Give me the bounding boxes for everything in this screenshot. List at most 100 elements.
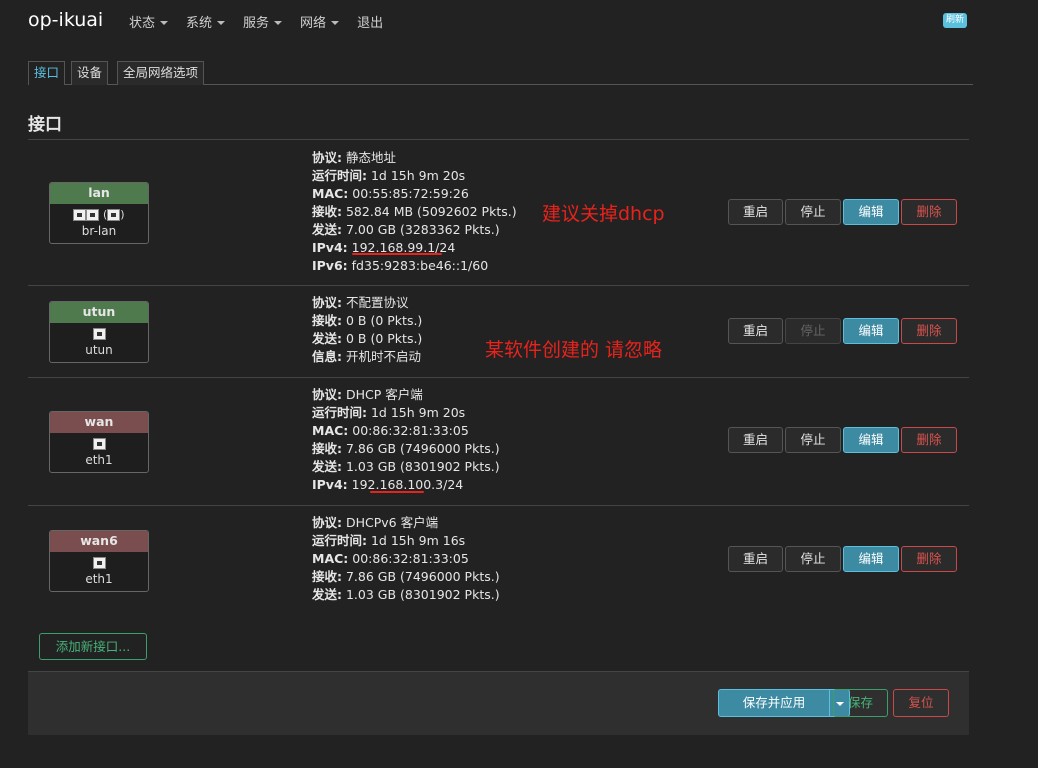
restart-button[interactable]: 重启 xyxy=(728,427,783,453)
chevron-down-icon xyxy=(160,20,169,25)
save-button[interactable]: 保存 xyxy=(833,689,888,717)
status-value: 1d 15h 9m 16s xyxy=(370,533,466,548)
delete-button[interactable]: 删除 xyxy=(901,427,957,453)
stop-button[interactable]: 停止 xyxy=(785,199,841,225)
main-menu: 状态 系统 服务 网络 退出 xyxy=(120,12,392,31)
page-title: 接口 xyxy=(28,115,62,135)
interface-icons xyxy=(50,323,148,343)
status-key: IPv4: xyxy=(312,477,348,492)
status-value: 00:55:85:72:59:26 xyxy=(352,186,469,201)
status-value: DHCP 客户端 xyxy=(345,387,423,402)
chevron-down-icon xyxy=(274,20,283,25)
interface-device: utun xyxy=(85,343,113,357)
status-line: 运行时间: 1d 15h 9m 20s xyxy=(312,404,500,422)
footer-actions: 保存并应用 保存 复位 xyxy=(28,671,969,735)
interface-actions: 重启 停止 编辑 删除 xyxy=(728,546,959,572)
edit-button[interactable]: 编辑 xyxy=(843,546,899,572)
delete-button[interactable]: 删除 xyxy=(901,199,957,225)
status-value: DHCPv6 客户端 xyxy=(345,515,439,530)
status-line: 接收: 582.84 MB (5092602 Pkts.) xyxy=(312,203,517,221)
nav-menu-label: 服务 xyxy=(243,16,270,31)
status-value: fd35:9283:be46::1/60 xyxy=(351,258,489,273)
status-value: 7.00 GB (3283362 Pkts.) xyxy=(345,222,500,237)
status-value: 00:86:32:81:33:05 xyxy=(352,423,469,438)
status-line: 发送: 1.03 GB (8301902 Pkts.) xyxy=(312,586,500,604)
interface-row-wan6: wan6 eth1 协议: DHCPv6 客户端 运行时间: 1d 15h 9m … xyxy=(28,506,969,616)
chevron-down-icon xyxy=(217,20,226,25)
add-interface-button[interactable]: 添加新接口... xyxy=(39,633,147,660)
interface-name: lan xyxy=(50,183,148,204)
tab-global-network-options[interactable]: 全局网络选项 xyxy=(117,61,205,85)
brand-logo[interactable]: op-ikuai xyxy=(28,9,103,31)
tab-bar: 接口 设备 全局网络选项 xyxy=(28,61,973,85)
status-value: 00:86:32:81:33:05 xyxy=(352,551,469,566)
tab-interfaces[interactable]: 接口 xyxy=(28,61,66,85)
status-value: 0 B (0 Pkts.) xyxy=(345,331,423,346)
status-key: MAC: xyxy=(312,186,349,201)
nav-menu-item[interactable]: 服务 xyxy=(234,12,291,31)
status-value: 1.03 GB (8301902 Pkts.) xyxy=(345,459,500,474)
nav-menu-item[interactable]: 系统 xyxy=(177,12,234,31)
nav-menu-label: 退出 xyxy=(357,16,384,31)
annotation-underline-lan-ip xyxy=(352,253,442,255)
status-line: 接收: 7.86 GB (7496000 Pkts.) xyxy=(312,440,500,458)
interface-icons xyxy=(50,552,148,572)
network-interface-icon xyxy=(92,438,106,450)
restart-button[interactable]: 重启 xyxy=(728,199,783,225)
status-key: 接收: xyxy=(312,204,342,219)
nav-menu-item[interactable]: 退出 xyxy=(348,12,392,31)
interface-icons xyxy=(50,433,148,453)
interface-device: br-lan xyxy=(81,224,117,238)
status-key: MAC: xyxy=(312,551,349,566)
interface-row-wan: wan eth1 协议: DHCP 客户端 运行时间: 1d 15h 9m 20s… xyxy=(28,378,969,506)
status-value: 1.03 GB (8301902 Pkts.) xyxy=(345,587,500,602)
refresh-badge[interactable]: 刷新 xyxy=(943,13,968,28)
stop-button[interactable]: 停止 xyxy=(785,427,841,453)
edit-button[interactable]: 编辑 xyxy=(843,427,899,453)
interface-badge: lan () br-lan xyxy=(49,182,149,244)
stop-button[interactable]: 停止 xyxy=(785,546,841,572)
nav-menu-item[interactable]: 网络 xyxy=(291,12,348,31)
restart-button[interactable]: 重启 xyxy=(728,546,783,572)
status-key: 运行时间: xyxy=(312,168,367,183)
status-key: 协议: xyxy=(312,150,342,165)
status-key: IPv6: xyxy=(312,258,348,273)
status-value: 开机时不启动 xyxy=(345,349,421,364)
status-line: 运行时间: 1d 15h 9m 16s xyxy=(312,532,500,550)
status-line: 接收: 7.86 GB (7496000 Pkts.) xyxy=(312,568,500,586)
status-value: 1d 15h 9m 20s xyxy=(370,168,466,183)
edit-button[interactable]: 编辑 xyxy=(843,199,899,225)
status-line: 发送: 7.00 GB (3283362 Pkts.) xyxy=(312,221,517,239)
nav-menu-label: 状态 xyxy=(129,16,156,31)
edit-button[interactable]: 编辑 xyxy=(843,318,899,344)
status-key: 发送: xyxy=(312,331,342,346)
stop-button: 停止 xyxy=(785,318,841,344)
top-navbar: op-ikuai 状态 系统 服务 网络 退出 刷新 xyxy=(0,0,1038,40)
status-key: 运行时间: xyxy=(312,405,367,420)
network-interface-icon xyxy=(92,557,106,569)
interface-actions: 重启 停止 编辑 删除 xyxy=(728,199,959,225)
chevron-down-icon xyxy=(331,20,340,25)
status-line: 协议: 静态地址 xyxy=(312,149,517,167)
interface-actions: 重启 停止 编辑 删除 xyxy=(728,318,959,344)
interface-name: wan6 xyxy=(50,531,148,552)
status-line: MAC: 00:55:85:72:59:26 xyxy=(312,185,517,203)
interface-badge: wan eth1 xyxy=(49,411,149,473)
tab-devices[interactable]: 设备 xyxy=(71,61,109,85)
restart-button[interactable]: 重启 xyxy=(728,318,783,344)
status-value: 582.84 MB (5092602 Pkts.) xyxy=(345,204,517,219)
status-key: 发送: xyxy=(312,459,342,474)
status-key: 运行时间: xyxy=(312,533,367,548)
reset-button[interactable]: 复位 xyxy=(893,689,949,717)
status-key: 接收: xyxy=(312,313,342,328)
status-key: 发送: xyxy=(312,587,342,602)
status-line: 运行时间: 1d 15h 9m 20s xyxy=(312,167,517,185)
delete-button[interactable]: 删除 xyxy=(901,546,957,572)
status-line: 接收: 0 B (0 Pkts.) xyxy=(312,312,422,330)
interface-name: utun xyxy=(50,302,148,323)
save-and-apply-button[interactable]: 保存并应用 xyxy=(718,689,830,717)
status-line: 发送: 1.03 GB (8301902 Pkts.) xyxy=(312,458,500,476)
delete-button[interactable]: 删除 xyxy=(901,318,957,344)
status-line: MAC: 00:86:32:81:33:05 xyxy=(312,422,500,440)
nav-menu-item[interactable]: 状态 xyxy=(120,12,177,31)
